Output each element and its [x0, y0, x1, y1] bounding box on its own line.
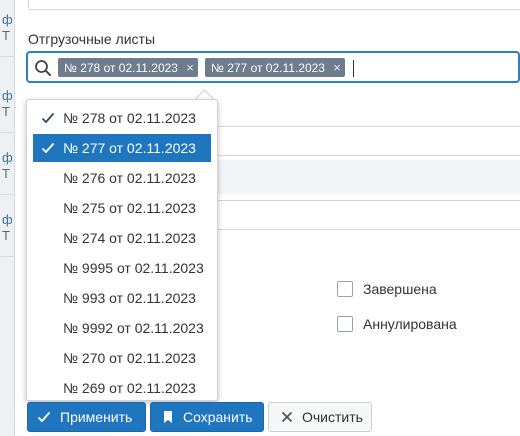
dropdown-option[interactable]: № 274 от 02.11.2023 [33, 224, 211, 252]
list-item-title: ф [2, 212, 13, 227]
dropdown-option[interactable]: № 277 от 02.11.2023 [33, 134, 211, 162]
option-label: № 269 от 02.11.2023 [63, 380, 196, 396]
close-icon [281, 411, 293, 423]
option-label: № 275 от 02.11.2023 [63, 200, 196, 216]
clear-button-label: Очистить [302, 409, 363, 425]
option-label: № 9995 от 02.11.2023 [63, 260, 204, 276]
dropdown-option[interactable]: № 9992 от 02.11.2023 [33, 314, 211, 342]
list-item-subtitle: Т [2, 104, 10, 119]
upper-field[interactable] [28, 0, 520, 10]
chip-label: № 278 от 02.11.2023 [64, 61, 178, 75]
list-item-title: ф [2, 88, 13, 103]
dropdown-option[interactable]: № 269 от 02.11.2023 [33, 374, 211, 400]
chip-label: № 277 от 02.11.2023 [211, 61, 325, 75]
check-icon [41, 142, 55, 154]
list-item-subtitle: Т [2, 28, 10, 43]
option-label: № 9992 от 02.11.2023 [63, 320, 204, 336]
apply-button[interactable]: Применить [27, 402, 146, 432]
selected-chip[interactable]: № 278 от 02.11.2023 × [58, 58, 198, 77]
list-item-title: ф [2, 12, 13, 27]
option-label: № 277 от 02.11.2023 [63, 140, 196, 156]
completed-label: Завершена [363, 281, 437, 297]
completed-checkbox[interactable] [337, 281, 353, 297]
selected-chip[interactable]: № 277 от 02.11.2023 × [205, 58, 345, 77]
option-label: № 278 от 02.11.2023 [63, 110, 196, 126]
list-item-title: ф [2, 150, 13, 165]
dropdown-option[interactable]: № 275 от 02.11.2023 [33, 194, 211, 222]
chip-remove-icon[interactable]: × [329, 58, 345, 77]
list-item-subtitle: Т [2, 228, 10, 243]
search-icon [35, 60, 51, 76]
dropdown-option[interactable]: № 993 от 02.11.2023 [33, 284, 211, 312]
list-item[interactable]: ф Т [0, 200, 14, 257]
cancelled-label: Аннулирована [363, 316, 457, 332]
chip-remove-icon[interactable]: × [182, 58, 198, 77]
option-label: № 270 от 02.11.2023 [63, 350, 196, 366]
dropdown-option[interactable]: № 276 от 02.11.2023 [33, 164, 211, 192]
check-icon [37, 411, 51, 423]
shipping-sheets-input[interactable]: № 278 от 02.11.2023 × № 277 от 02.11.2023… [26, 51, 520, 83]
options-dropdown: № 278 от 02.11.2023 № 277 от 02.11.2023 … [26, 99, 218, 401]
filter-field[interactable] [210, 200, 520, 230]
save-button-label: Сохранить [183, 409, 253, 425]
dropdown-option[interactable]: № 9995 от 02.11.2023 [33, 254, 211, 282]
apply-button-label: Применить [60, 409, 133, 425]
text-caret [353, 60, 354, 77]
field-label: Отгрузочные листы [28, 31, 156, 47]
check-icon [41, 112, 55, 124]
dropdown-option[interactable]: № 270 от 02.11.2023 [33, 344, 211, 372]
filter-field[interactable] [210, 126, 520, 156]
list-item[interactable]: ф Т [0, 138, 14, 195]
save-button[interactable]: Сохранить [150, 402, 264, 432]
background-list: ф Т ф Т ф Т ф Т [0, 0, 15, 436]
list-item-subtitle: Т [2, 166, 10, 181]
option-label: № 274 от 02.11.2023 [63, 230, 196, 246]
option-label: № 276 от 02.11.2023 [63, 170, 196, 186]
list-item[interactable]: ф Т [0, 76, 14, 133]
dropdown-option[interactable]: № 278 от 02.11.2023 [33, 104, 211, 132]
filter-section [210, 160, 520, 194]
option-label: № 993 от 02.11.2023 [63, 290, 196, 306]
list-item[interactable]: ф Т [0, 0, 14, 57]
bookmark-icon [164, 411, 172, 423]
cancelled-checkbox[interactable] [337, 316, 353, 332]
clear-button[interactable]: Очистить [268, 402, 372, 432]
